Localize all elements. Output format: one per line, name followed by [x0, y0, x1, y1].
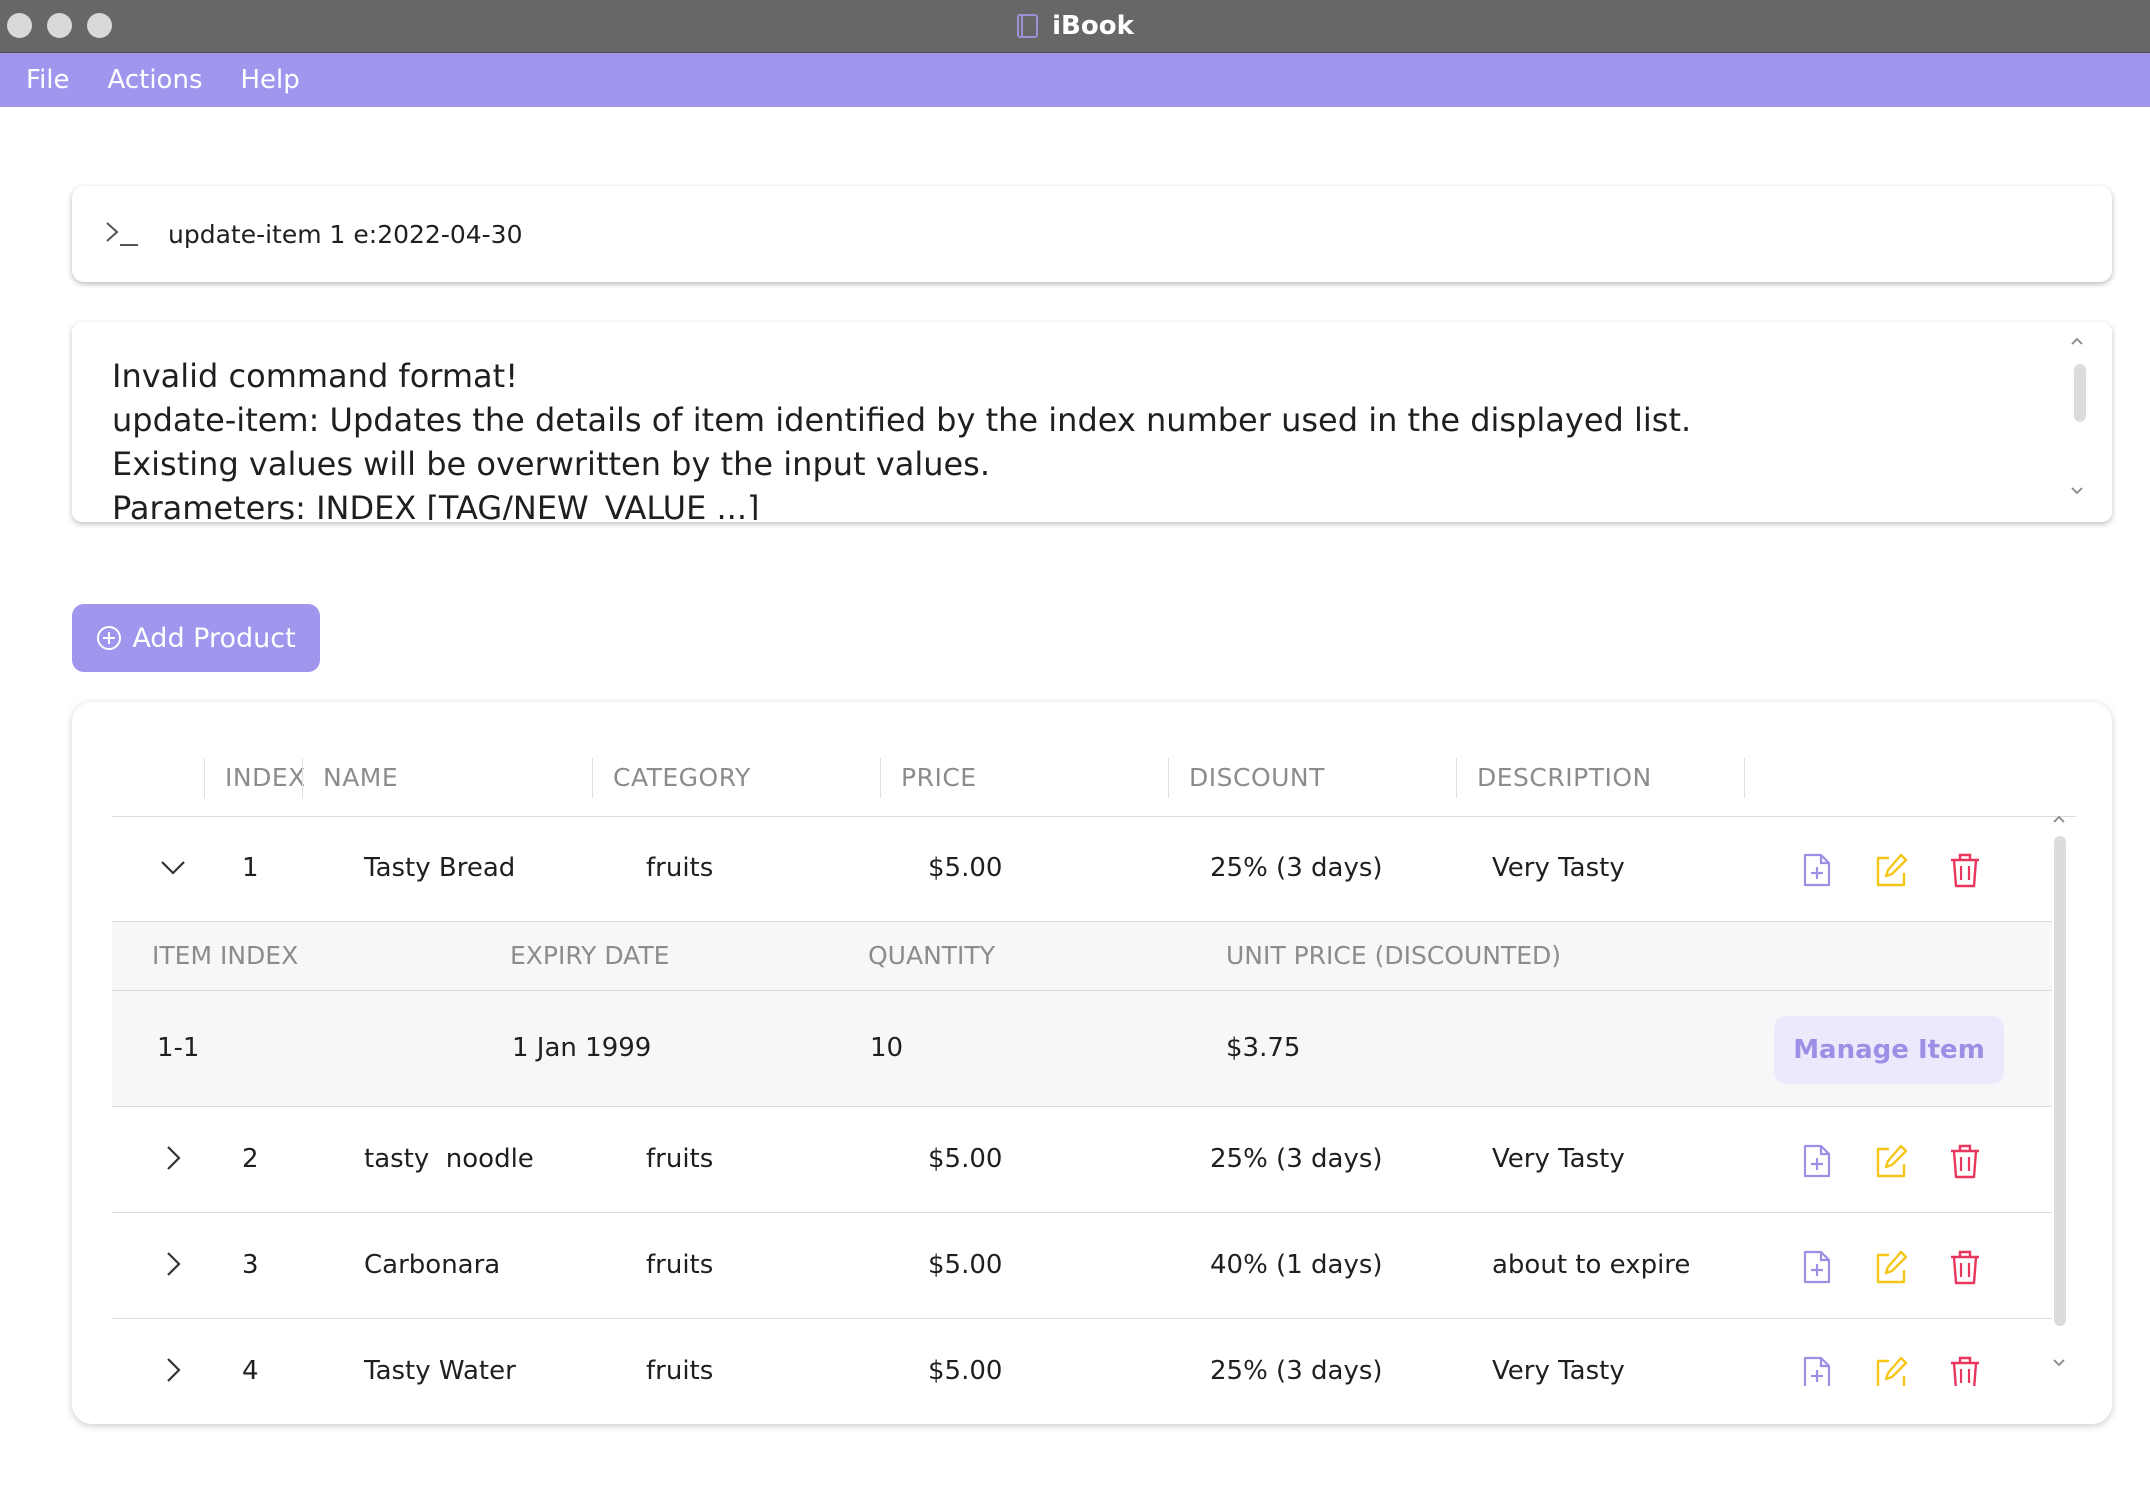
cell-category: fruits: [646, 1250, 714, 1280]
cell-index: 4: [242, 1356, 259, 1386]
add-product-button[interactable]: Add Product: [72, 604, 320, 672]
table-scroll-down-icon[interactable]: [2052, 1358, 2066, 1368]
window-title-text: iBook: [1052, 11, 1134, 41]
cell-name: Tasty Water: [364, 1356, 516, 1386]
result-line: Existing values will be overwritten by t…: [112, 445, 991, 483]
column-header-price[interactable]: PRICE: [880, 758, 977, 798]
sub-cell-quantity: 10: [870, 1033, 904, 1063]
cell-category: fruits: [646, 1356, 714, 1386]
result-text: Invalid command format! update-item: Upda…: [112, 354, 2052, 520]
cell-name: Tasty Bread: [364, 853, 516, 883]
chevron-down-icon[interactable]: [158, 852, 188, 882]
table-scroll-up-icon[interactable]: [2052, 814, 2066, 824]
cell-price: $5.00: [928, 1144, 1003, 1174]
edit-icon[interactable]: [1874, 852, 1908, 888]
table-scrollbar-thumb[interactable]: [2054, 836, 2066, 1326]
item-subtable-header: ITEM INDEX EXPIRY DATE QUANTITY UNIT PRI…: [112, 922, 2052, 991]
command-input[interactable]: [166, 203, 2112, 265]
result-line: update-item: Updates the details of item…: [112, 401, 1692, 439]
table-row[interactable]: 2 tasty noodle fruits $5.00 25% (3 days)…: [112, 1107, 2052, 1213]
cell-discount: 40% (1 days): [1210, 1250, 1383, 1280]
cell-description: Very Tasty: [1492, 1144, 1625, 1174]
cell-category: fruits: [646, 1144, 714, 1174]
trash-icon[interactable]: [1948, 1355, 1982, 1386]
edit-icon[interactable]: [1874, 1143, 1908, 1179]
cell-description: Very Tasty: [1492, 1356, 1625, 1386]
cell-price: $5.00: [928, 853, 1003, 883]
book-icon: [1017, 14, 1039, 38]
manage-item-button[interactable]: Manage Item: [1774, 1016, 2004, 1084]
table-header: INDEX NAME CATEGORY PRICE DISCOUNT DESCR…: [112, 752, 2076, 817]
result-scrollbar-thumb[interactable]: [2074, 364, 2086, 422]
chevron-right-icon[interactable]: [158, 1355, 188, 1385]
result-scroll-down-icon[interactable]: [2070, 486, 2084, 496]
sub-column-item-index: ITEM INDEX: [152, 941, 299, 970]
table-row[interactable]: 4 Tasty Water fruits $5.00 25% (3 days) …: [112, 1319, 2052, 1386]
sub-column-quantity: QUANTITY: [868, 941, 995, 970]
column-header-name[interactable]: NAME: [302, 758, 398, 798]
result-line: Parameters: INDEX [TAG/NEW_VALUE ...]: [112, 489, 760, 520]
item-subtable-row: 1-1 1 Jan 1999 10 $3.75 Manage Item: [112, 991, 2052, 1107]
column-divider: [1744, 758, 1745, 798]
edit-icon[interactable]: [1874, 1249, 1908, 1285]
cell-discount: 25% (3 days): [1210, 1356, 1383, 1386]
cell-price: $5.00: [928, 1250, 1003, 1280]
title-bar: iBook: [0, 0, 2150, 53]
add-product-label: Add Product: [132, 622, 296, 654]
result-scroll-up-icon[interactable]: [2070, 336, 2084, 346]
plus-circle-icon: [97, 626, 122, 650]
result-display[interactable]: Invalid command format! update-item: Upda…: [72, 322, 2112, 522]
cell-description: Very Tasty: [1492, 853, 1625, 883]
column-header-description[interactable]: DESCRIPTION: [1456, 758, 1652, 798]
terminal-prompt-icon: [106, 222, 138, 246]
cell-index: 1: [242, 853, 259, 883]
sub-column-expiry-date: EXPIRY DATE: [510, 941, 670, 970]
window-title: iBook: [0, 0, 2150, 52]
sub-column-unit-price: UNIT PRICE (DISCOUNTED): [1226, 941, 1562, 970]
file-plus-icon[interactable]: [1800, 1143, 1834, 1179]
cell-index: 3: [242, 1250, 259, 1280]
sub-cell-expiry-date: 1 Jan 1999: [512, 1033, 652, 1063]
file-plus-icon[interactable]: [1800, 1249, 1834, 1285]
cell-index: 2: [242, 1144, 259, 1174]
cell-category: fruits: [646, 853, 714, 883]
cell-discount: 25% (3 days): [1210, 1144, 1383, 1174]
table-body: 1 Tasty Bread fruits $5.00 25% (3 days) …: [112, 816, 2052, 1386]
trash-icon[interactable]: [1948, 1249, 1982, 1285]
column-header-index[interactable]: INDEX: [204, 758, 306, 798]
menu-help[interactable]: Help: [222, 53, 319, 107]
column-header-discount[interactable]: DISCOUNT: [1168, 758, 1325, 798]
menu-bar: File Actions Help: [0, 53, 2150, 107]
table-row[interactable]: 3 Carbonara fruits $5.00 40% (1 days) ab…: [112, 1213, 2052, 1319]
cell-name: tasty noodle: [364, 1144, 534, 1174]
menu-actions[interactable]: Actions: [89, 53, 222, 107]
command-box: [72, 186, 2112, 282]
chevron-right-icon[interactable]: [158, 1249, 188, 1279]
trash-icon[interactable]: [1948, 1143, 1982, 1179]
sub-cell-item-index: 1-1: [157, 1033, 200, 1063]
cell-name: Carbonara: [364, 1250, 501, 1280]
column-header-category[interactable]: CATEGORY: [592, 758, 751, 798]
product-table: INDEX NAME CATEGORY PRICE DISCOUNT DESCR…: [72, 702, 2112, 1424]
result-line: Invalid command format!: [112, 357, 519, 395]
cell-description: about to expire: [1492, 1250, 1691, 1280]
chevron-right-icon[interactable]: [158, 1143, 188, 1173]
file-plus-icon[interactable]: [1800, 852, 1834, 888]
cell-price: $5.00: [928, 1356, 1003, 1386]
edit-icon[interactable]: [1874, 1355, 1908, 1386]
menu-file[interactable]: File: [0, 53, 89, 107]
table-row[interactable]: 1 Tasty Bread fruits $5.00 25% (3 days) …: [112, 816, 2052, 922]
sub-cell-unit-price: $3.75: [1226, 1033, 1301, 1063]
file-plus-icon[interactable]: [1800, 1355, 1834, 1386]
cell-discount: 25% (3 days): [1210, 853, 1383, 883]
trash-icon[interactable]: [1948, 852, 1982, 888]
